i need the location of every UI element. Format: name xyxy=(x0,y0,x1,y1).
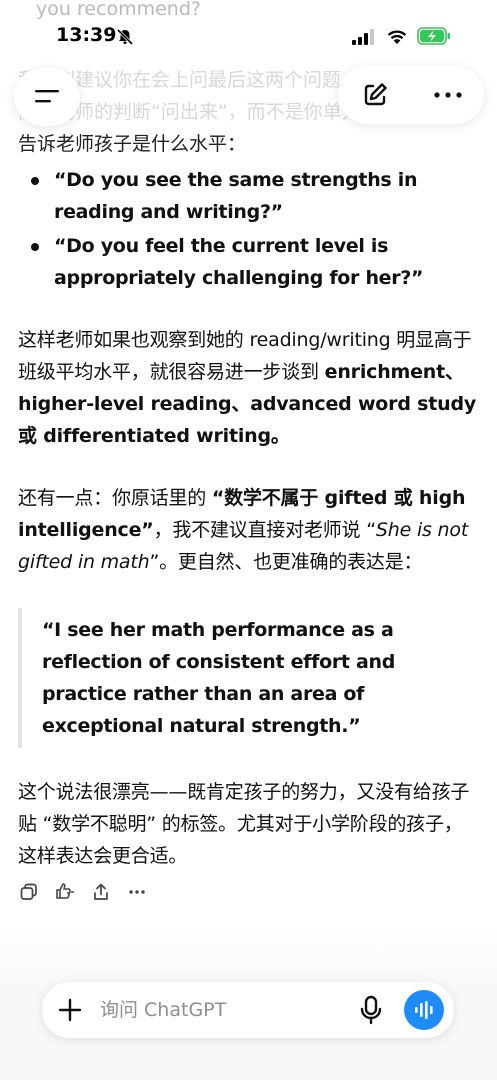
message-actions xyxy=(18,878,148,906)
more-button[interactable] xyxy=(420,70,476,120)
copy-icon[interactable] xyxy=(18,881,40,903)
message-input[interactable] xyxy=(100,992,340,1028)
voice-wave-icon xyxy=(415,1001,433,1019)
paragraph-text: 还有一点：你原话里的 xyxy=(18,487,212,509)
paragraph-text: ，我不建议直接对老师说 “ xyxy=(153,519,376,541)
ellipsis-icon xyxy=(433,92,462,98)
bell-slash-icon xyxy=(116,28,134,46)
voice-mode-button[interactable] xyxy=(404,990,444,1030)
top-actions-pill xyxy=(338,66,484,124)
list-item: “Do you feel the current level is approp… xyxy=(18,230,480,294)
battery-charging-icon xyxy=(417,27,450,45)
suggested-phrase-quote: “I see her math performance as a reflect… xyxy=(18,608,480,748)
paragraph-enrichment: 这样老师如果也观察到她的 reading/writing 明显高于班级平均水平，… xyxy=(18,324,480,452)
new-chat-button[interactable] xyxy=(347,70,403,120)
share-icon[interactable] xyxy=(90,881,112,903)
chat-screen: you recommend? 13:39 我特别建议你在会上问最后这两个问题，因… xyxy=(0,0,497,1080)
hamburger-icon xyxy=(35,90,59,103)
status-bar: 13:39 xyxy=(0,22,497,52)
plus-icon[interactable] xyxy=(56,996,84,1024)
paragraph-conclusion: 这个说法很漂亮——既肯定孩子的努力，又没有给孩子贴 “数学不聪明” 的标签。尤其… xyxy=(18,781,470,867)
list-item: “Do you see the same strengths in readin… xyxy=(18,164,480,228)
menu-button[interactable] xyxy=(14,68,80,126)
paragraph-wording: 还有一点：你原话里的 “数学不属于 gifted 或 high intellig… xyxy=(18,482,480,578)
cellular-signal-icon xyxy=(352,29,374,45)
status-time: 13:39 xyxy=(56,24,117,46)
assistant-message: 我特别建议你在会上问最后这两个问题，因为它们 能把老师的判断“问出来”，而不是你… xyxy=(18,64,480,872)
thumbs-icon[interactable] xyxy=(54,881,76,903)
paragraph-text: ”。更自然、也更准确的表达是： xyxy=(149,551,423,573)
previous-message-tail: you recommend? xyxy=(36,0,201,20)
compose-icon xyxy=(364,83,387,106)
question-list: “Do you see the same strengths in readin… xyxy=(18,164,480,294)
wifi-icon xyxy=(387,30,407,44)
mic-icon[interactable] xyxy=(358,995,384,1025)
more-actions-icon[interactable] xyxy=(126,881,148,903)
intro-line-3: 告诉老师孩子是什么水平： xyxy=(18,133,247,155)
composer-bar xyxy=(42,982,454,1038)
